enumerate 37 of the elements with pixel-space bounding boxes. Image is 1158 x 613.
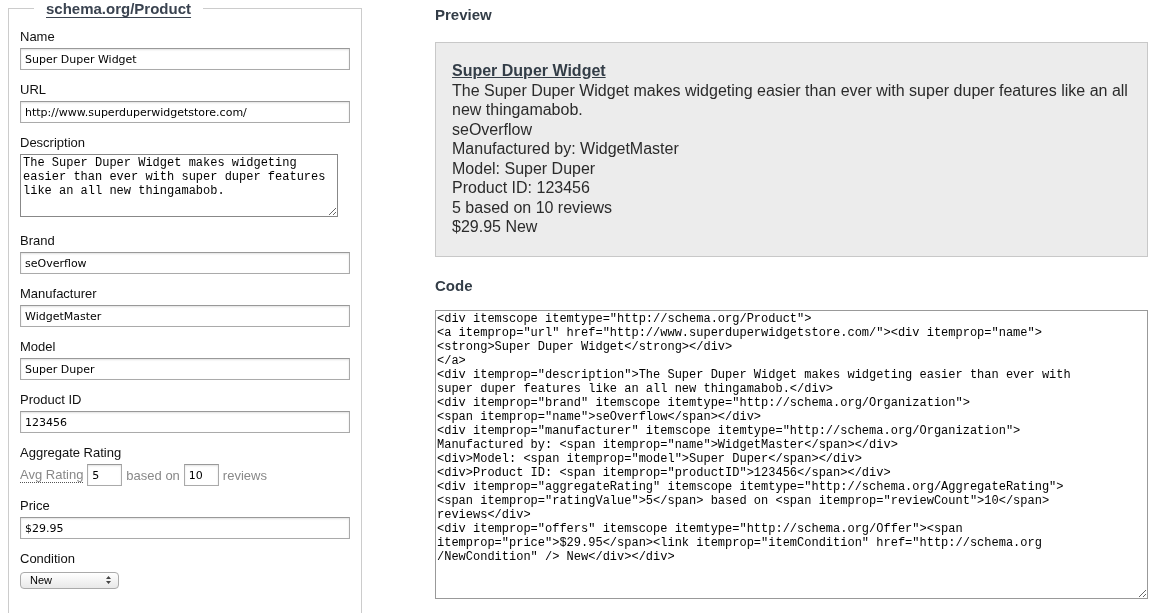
preview-text: Product ID: 123456 (452, 178, 591, 198)
field-label: Aggregate Rating (20, 445, 123, 461)
rating-text: reviews (222, 467, 267, 483)
section-heading: Preview (435, 6, 493, 23)
rating-field[interactable]: 5 (87, 464, 123, 486)
section-heading: Code (435, 276, 474, 294)
text-field[interactable]: http://www.superduperwidgetstore.com/ (20, 101, 350, 123)
text-field[interactable]: WidgetMaster (20, 305, 350, 327)
field-label: Manufacturer (20, 286, 98, 302)
code-field[interactable]: <div itemscope itemtype="http://schema.org/Product"> <a itemprop="url" href="http://www.superduperwidgetstore.com/"><div itemprop="name"> <strong>Super Duper Widget</strong></div> </a> <div itemprop="description">The Super Duper Widget makes widgeting easier than ever with super duper features like an all new thingamabob.</div> <div itemprop="brand" itemscope itemtype="http://schema.org/Organization"> <span itemprop="name">seOverflow</span></div> <div itemprop="manufacturer" itemscope itemtype="http://schema.org/Organization"> Manufactured by: <span itemprop="name">WidgetMaster</span></div> <div>Model: <span itemprop="model">Super Duper</span></div> <div>Product ID: <span itemprop="productID">123456</span></div> <div itemprop="aggregateRating" itemscope itemtype="http://schema.org/AggregateRating"> <span itemprop="ratingValue">5</span> based on <span itemprop="reviewCount">10</span> reviews</div> <div itemprop="offers" itemscope itemtype="http://schema.org/Offer"><span itemprop="price">$29.95</span><link itemprop="itemCondition" href="http://schema.org /NewCondition" /> New</div></div> (435, 309, 1148, 599)
field-label: Condition (20, 551, 76, 567)
rating-label: Avg Rating (20, 467, 84, 483)
text-field[interactable]: Super Duper Widget (20, 48, 350, 70)
field-label: Product ID (20, 392, 83, 408)
text-field[interactable]: Super Duper (20, 358, 350, 380)
preview-text: $29.95 New (452, 217, 539, 237)
form-legend: schema.org/Product (34, 0, 204, 17)
preview-text: Manufactured by: WidgetMaster (452, 139, 680, 159)
text-field[interactable]: $29.95 (20, 517, 350, 539)
field-label: Description (20, 135, 87, 151)
text-field[interactable]: seOverflow (20, 252, 350, 274)
rating-text: based on (126, 467, 180, 483)
preview-text: seOverflow (452, 119, 534, 139)
preview-text: The Super Duper Widget makes widgeting easier than ever with super duper features like an all new thingamabob. (452, 80, 1129, 120)
description-field[interactable]: The Super Duper Widget makes widgeting easier than ever with super duper features like an all new thingamabob. (20, 154, 338, 217)
field-label: URL (20, 82, 47, 98)
condition-select[interactable]: New (20, 571, 119, 589)
field-label: Model (20, 339, 57, 355)
preview-title: Super Duper Widget (452, 61, 607, 81)
preview-text: Model: Super Duper (452, 158, 597, 178)
up-down-arrows-icon (106, 576, 111, 584)
text-field[interactable]: 123456 (20, 411, 350, 433)
field-label: Price (20, 498, 51, 514)
field-label: Name (20, 29, 56, 45)
preview-text: 5 based on 10 reviews (452, 197, 614, 217)
field-label: Brand (20, 233, 56, 249)
review-count-field[interactable]: 10 (183, 464, 219, 486)
